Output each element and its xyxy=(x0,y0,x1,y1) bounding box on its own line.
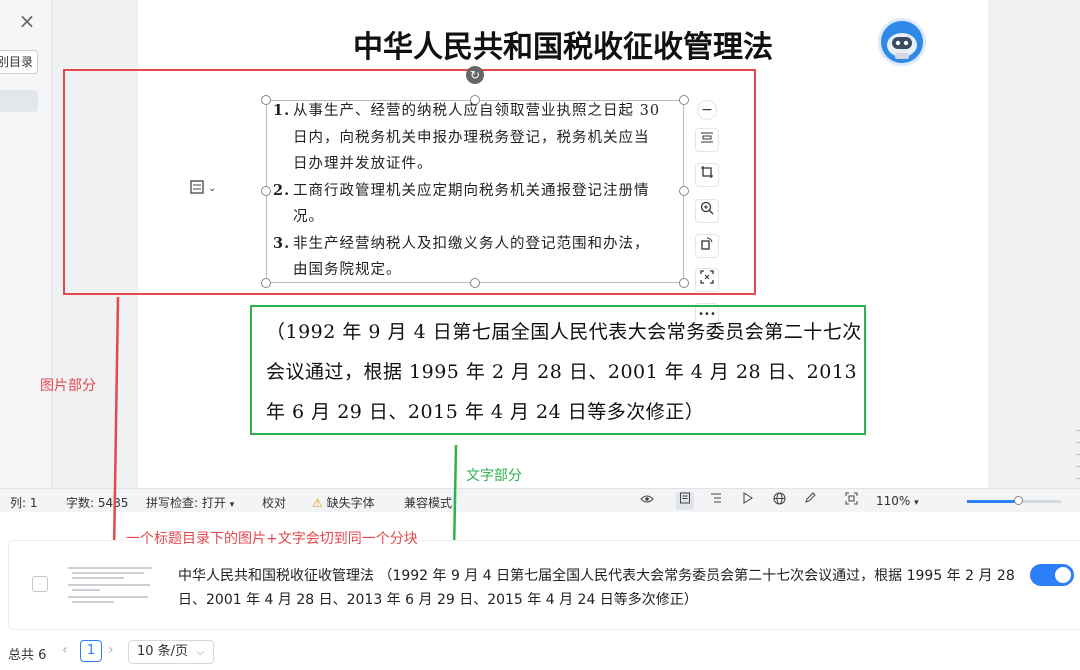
page-number-button[interactable]: 1 xyxy=(80,640,102,662)
chunk-checkbox[interactable] xyxy=(32,576,48,592)
chunk-enable-toggle[interactable] xyxy=(1030,564,1074,586)
chunk-note-label: 一个标题目录下的图片+文字会切到同一个分块 xyxy=(124,528,420,548)
chunk-text: 中华人民共和国税收征收管理法 （1992 年 9 月 4 日第七届全国人民代表大… xyxy=(178,568,1015,608)
total-count: 总共 6 xyxy=(8,648,47,663)
green-arrow-shaft xyxy=(452,444,458,553)
prev-page-button[interactable]: ‹ xyxy=(62,642,76,662)
chunk-image-thumbnail xyxy=(68,567,152,603)
chevron-down-icon: ⌵ xyxy=(196,645,205,658)
red-arrow-shaft xyxy=(112,296,120,553)
page-size-select[interactable]: 10 条/页 ⌵ xyxy=(128,640,214,664)
next-page-button[interactable]: › xyxy=(108,642,122,662)
